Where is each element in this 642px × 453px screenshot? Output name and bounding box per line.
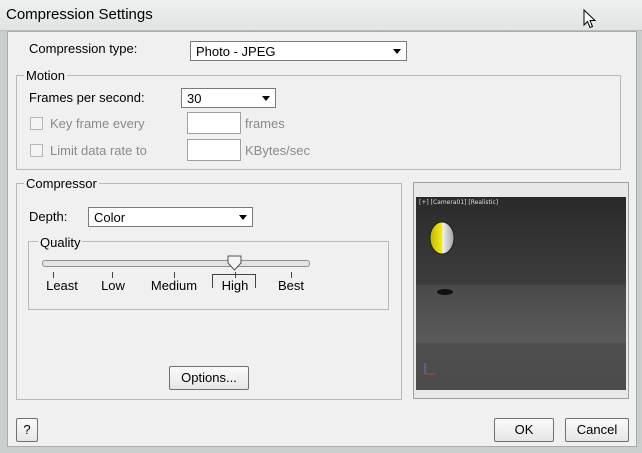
- quality-level-medium[interactable]: Medium: [144, 278, 204, 293]
- compressor-legend: Compressor: [24, 176, 99, 191]
- limit-rate-input[interactable]: [187, 139, 241, 161]
- compression-type-dropdown[interactable]: Photo - JPEG: [190, 41, 407, 61]
- limit-rate-label: Limit data rate to: [50, 143, 147, 158]
- help-button[interactable]: ?: [16, 418, 38, 442]
- fps-dropdown[interactable]: 30: [181, 88, 276, 108]
- fps-label: Frames per second:: [29, 90, 145, 105]
- ball-shadow-image: [437, 289, 453, 295]
- viewport-label: [+] [Camera01] [Realistic]: [419, 199, 499, 206]
- options-button[interactable]: Options...: [169, 366, 249, 390]
- motion-legend: Motion: [24, 68, 68, 83]
- depth-value: Color: [94, 210, 126, 225]
- mouse-cursor-icon: [583, 9, 597, 29]
- keyframe-unit: frames: [245, 116, 285, 131]
- depth-label: Depth:: [29, 209, 68, 224]
- axis-gizmo-icon: [424, 363, 436, 375]
- chevron-down-icon: [239, 215, 247, 220]
- compression-type-value: Photo - JPEG: [196, 44, 276, 59]
- chevron-down-icon: [262, 96, 270, 101]
- window-title: Compression Settings: [6, 6, 153, 23]
- quality-level-high[interactable]: High: [205, 278, 265, 293]
- ball-image: [429, 221, 455, 255]
- keyframe-input[interactable]: [187, 112, 241, 134]
- fps-value: 30: [187, 91, 202, 106]
- title-bar: Compression Settings: [0, 0, 642, 31]
- quality-group: [28, 241, 389, 310]
- limit-rate-checkbox[interactable]: [30, 144, 43, 157]
- depth-dropdown[interactable]: Color: [88, 207, 253, 227]
- keyframe-label: Key frame every: [50, 116, 145, 131]
- chevron-down-icon: [393, 49, 401, 54]
- quality-level-best[interactable]: Best: [261, 278, 321, 293]
- keyframe-checkbox[interactable]: [30, 117, 43, 130]
- limit-rate-unit: KBytes/sec: [245, 143, 311, 158]
- quality-slider-thumb[interactable]: [226, 255, 243, 272]
- cancel-button[interactable]: Cancel: [565, 418, 629, 442]
- quality-slider-track[interactable]: [42, 260, 310, 267]
- preview-panel: [+] [Camera01] [Realistic]: [413, 182, 629, 399]
- preview-viewport: [+] [Camera01] [Realistic]: [416, 197, 626, 390]
- ok-button[interactable]: OK: [494, 418, 554, 442]
- quality-legend: Quality: [38, 235, 83, 250]
- compression-type-label: Compression type:: [29, 41, 138, 56]
- quality-level-low[interactable]: Low: [83, 278, 143, 293]
- dialog-body: Compression type: Photo - JPEG Motion Fr…: [7, 31, 637, 447]
